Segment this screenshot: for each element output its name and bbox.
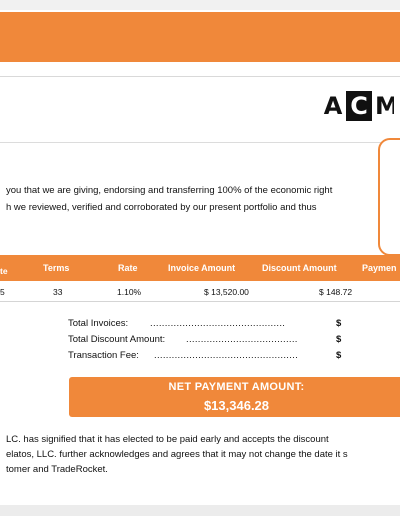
total-discount-currency: $ [336, 334, 342, 345]
header-divider [0, 76, 400, 77]
total-invoices-leader: ........................................… [150, 318, 286, 329]
transaction-fee-label: Transaction Fee: [68, 350, 139, 361]
total-discount-leader: ...................................... [186, 334, 298, 345]
window-bottom-edge [0, 505, 400, 516]
col-header-discount-amount: Discount Amount [262, 263, 337, 273]
net-payment-label: NET PAYMENT AMOUNT: [168, 381, 305, 393]
transaction-fee-leader: ........................................… [154, 350, 299, 361]
window-top-edge [0, 0, 400, 10]
table-row: 5 33 1.10% $ 13,520.00 $ 148.72 [0, 283, 400, 302]
total-discount-row: Total Discount Amount: .................… [68, 332, 348, 348]
footer-line: tomer and TradeRocket. [6, 464, 108, 475]
section-divider [0, 142, 390, 143]
col-header-rate: Rate [118, 263, 138, 273]
footer-line: LC. has signified that it has elected to… [6, 434, 329, 445]
total-invoices-currency: $ [336, 318, 342, 329]
col-header-invoice-amount: Invoice Amount [168, 263, 236, 273]
col-header-payment: Paymen [362, 263, 397, 273]
cell-date: 5 [0, 287, 5, 297]
header-bar [0, 12, 400, 62]
total-discount-label: Total Discount Amount: [68, 334, 166, 345]
footer-paragraph: LC. has signified that it has elected to… [6, 432, 400, 477]
cell-discount-amount: $ 148.72 [319, 287, 353, 297]
totals-block: Total Invoices: ........................… [68, 316, 348, 364]
col-header-date: te [0, 255, 14, 281]
invoice-table-header: te Terms Rate Invoice Amount Discount Am… [0, 255, 400, 281]
footer-line: elatos, LLC. further acknowledges and ag… [6, 449, 348, 460]
logo-letter-a: A [320, 91, 346, 121]
transaction-fee-row: Transaction Fee: .......................… [68, 348, 348, 364]
cell-invoice-amount: $ 13,520.00 [204, 287, 249, 297]
net-payment-box: NET PAYMENT AMOUNT: $13,346.28 [69, 377, 400, 417]
transaction-fee-currency: $ [336, 350, 342, 361]
net-payment-value: $13,346.28 [203, 398, 270, 413]
intro-line: h we reviewed, verified and corroborated… [6, 202, 317, 213]
cell-terms: 33 [53, 287, 63, 297]
total-invoices-row: Total Invoices: ........................… [68, 316, 348, 332]
cell-rate: 1.10% [117, 287, 142, 297]
col-header-terms: Terms [43, 263, 70, 273]
logo-letter-m: M [372, 91, 394, 121]
total-invoices-label: Total Invoices: [68, 318, 129, 329]
company-logo: A C M [320, 91, 394, 121]
logo-letter-c: C [346, 91, 372, 121]
intro-line: you that we are giving, endorsing and tr… [6, 185, 333, 196]
col-header-date-line2: te [0, 266, 8, 276]
intro-paragraph: you that we are giving, endorsing and tr… [6, 182, 386, 216]
